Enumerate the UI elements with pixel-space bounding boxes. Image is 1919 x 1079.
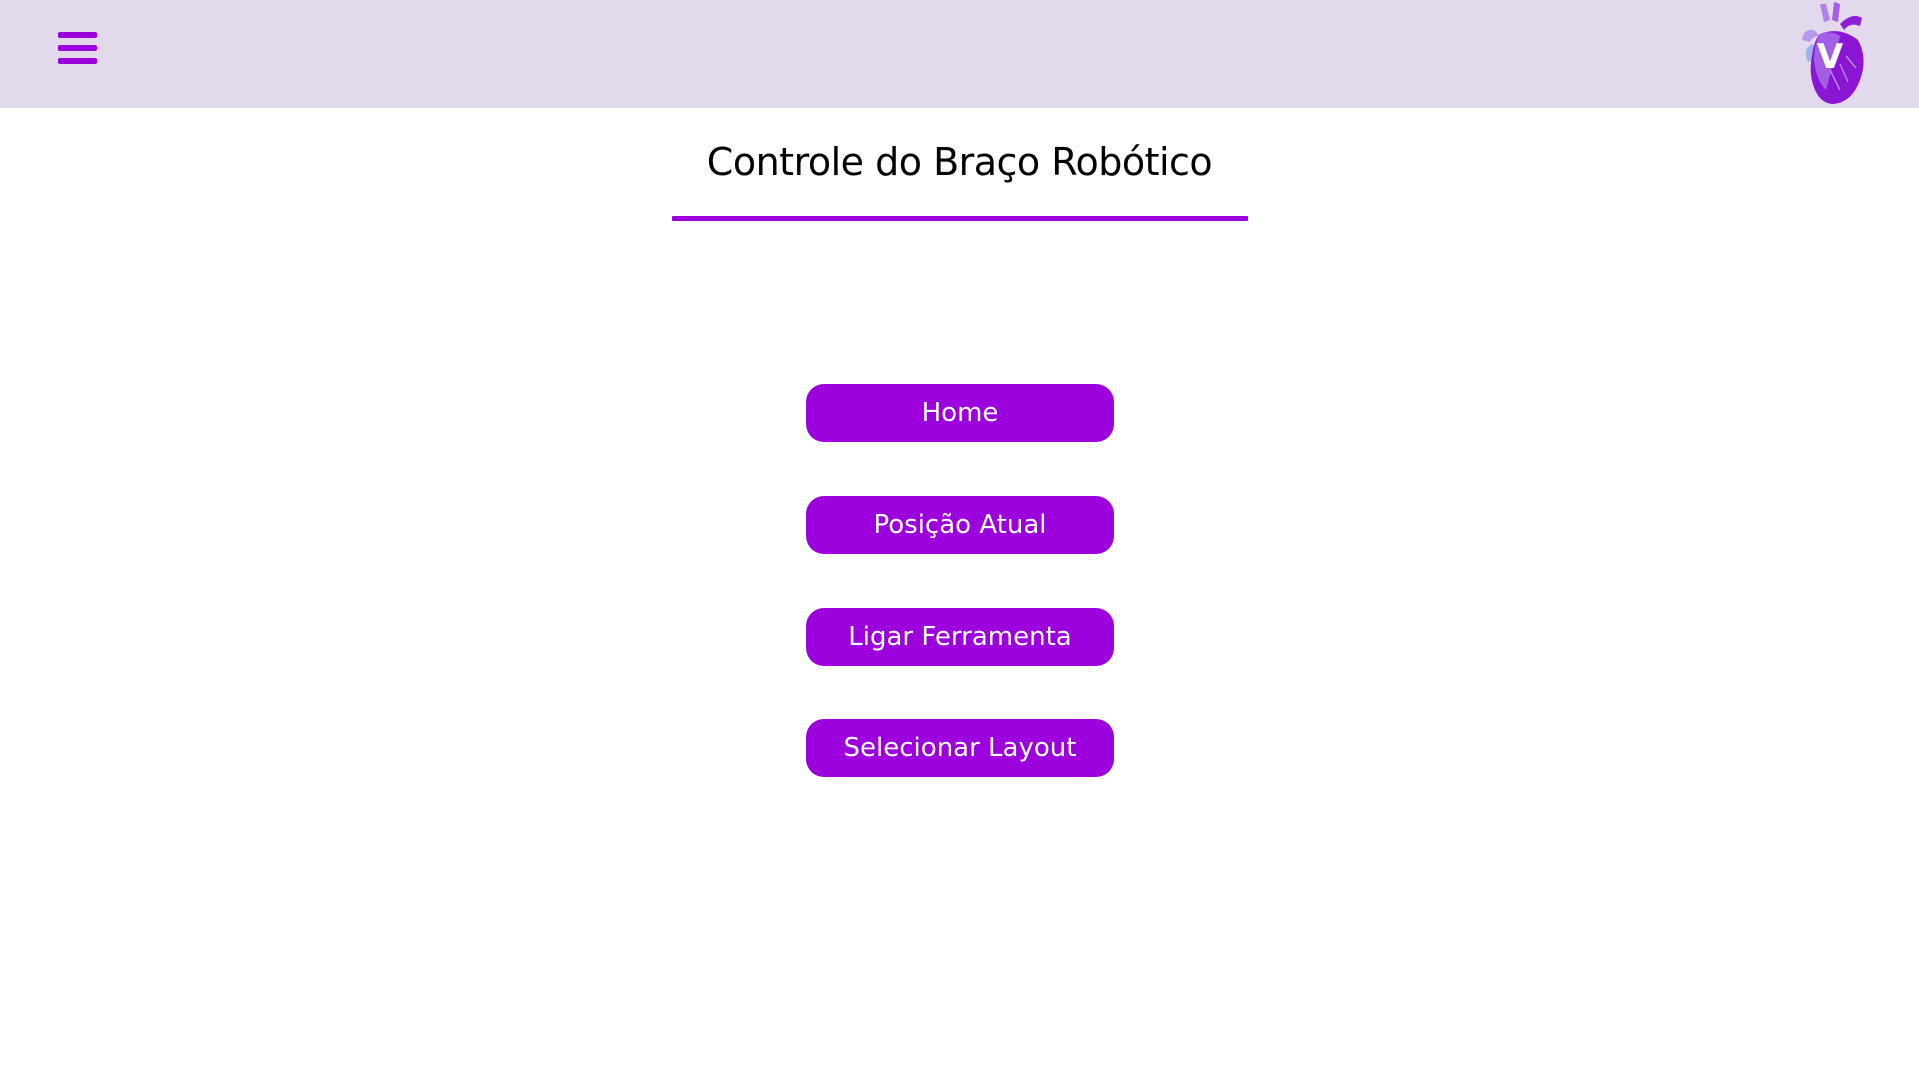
current-position-button[interactable]: Posição Atual bbox=[806, 496, 1114, 554]
turn-on-tool-button[interactable]: Ligar Ferramenta bbox=[806, 608, 1114, 666]
menu-line bbox=[58, 32, 97, 38]
page-title: Controle do Braço Robótico bbox=[706, 140, 1213, 184]
title-underline bbox=[672, 216, 1248, 221]
heart-logo-icon[interactable]: V bbox=[1790, 0, 1870, 108]
menu-line bbox=[58, 58, 97, 64]
svg-text:V: V bbox=[1817, 37, 1844, 77]
hamburger-menu-icon[interactable] bbox=[58, 30, 98, 68]
top-bar: V bbox=[0, 0, 1919, 108]
select-layout-button[interactable]: Selecionar Layout bbox=[806, 719, 1114, 777]
menu-line bbox=[58, 45, 97, 51]
home-button[interactable]: Home bbox=[806, 384, 1114, 442]
